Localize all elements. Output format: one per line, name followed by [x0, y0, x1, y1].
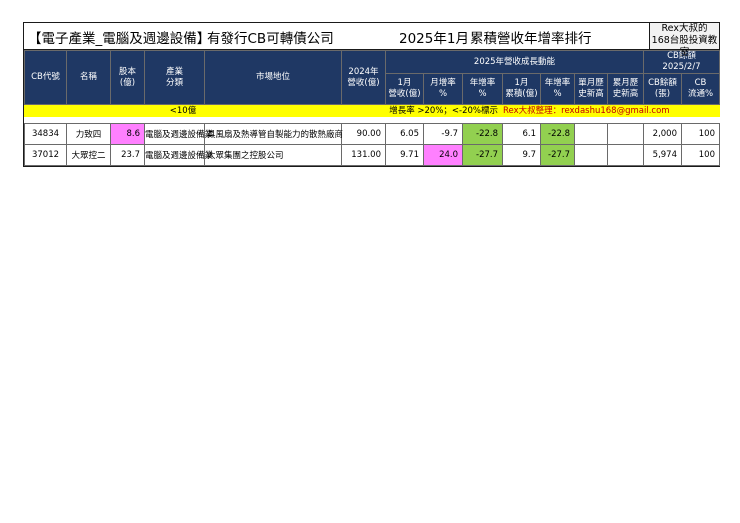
- header-2025-group: 2025年營收成長動能: [385, 50, 644, 74]
- table-row: 37012 大眾控二 23.7 電腦及週邊設備業 大眾集團之控股公司 131.0…: [24, 144, 720, 166]
- cell-industry: 電腦及週邊設備業: [144, 144, 213, 166]
- header-cb-circulation: CB 流通%: [681, 73, 720, 105]
- cell-cb-balance: 5,974: [643, 144, 682, 166]
- cb-revenue-table: CB代號 名稱 股本 (億) 產業 分類 市場地位 2024年 營收(億) 20…: [24, 50, 720, 166]
- brand-line-2: 168台股投資教室: [651, 35, 718, 58]
- header-jan-rev: 1月 營收(億): [385, 73, 424, 105]
- title-ranking: 累積營收年增率排行: [470, 31, 592, 47]
- header-cb-code: CB代號: [24, 50, 67, 105]
- cell-capital: 23.7: [110, 144, 145, 166]
- header-industry: 產業 分類: [144, 50, 205, 105]
- cell-mom: -9.7: [423, 123, 463, 145]
- cell-jan-rev: 9.71: [385, 144, 424, 166]
- cell-cum-high: [607, 123, 644, 145]
- cell-cum-yoy: -27.7: [540, 144, 575, 166]
- header-cb-balance: CB餘額 (張): [643, 73, 682, 105]
- title-period: 2025年1月: [399, 31, 469, 47]
- cell-jan-cum: 6.1: [502, 123, 541, 145]
- cell-market-position: 具風扇及熱導管自製能力的散熱廠商: [204, 123, 343, 145]
- capital-note: <10億: [24, 104, 342, 117]
- title-bar: 【電子產業_電腦及週邊設備】 有發行CB可轉債公司 2025年1月 累積營收年增…: [24, 23, 719, 58]
- header-rev-2024: 2024年 營收(億): [341, 50, 386, 105]
- cell-mom: 24.0: [423, 144, 463, 166]
- header-market-position: 市場地位: [204, 50, 342, 105]
- cell-single-high: [574, 123, 608, 145]
- cell-cum-yoy: -22.8: [540, 123, 575, 145]
- cell-jan-cum: 9.7: [502, 144, 541, 166]
- cell-yoy: -22.8: [462, 123, 503, 145]
- legend-row: <10億 增長率 >20%；<-20%標示 Rex大叔整理：rexdashu16…: [24, 104, 720, 117]
- table-row: 34834 力致四 8.6 電腦及週邊設備業 具風扇及熱導管自製能力的散熱廠商 …: [24, 123, 720, 145]
- cell-cum-high: [607, 144, 644, 166]
- cell-capital: 8.6: [110, 123, 145, 145]
- header-single-month-high: 單月歷 史新高: [574, 73, 608, 105]
- header-jan-cum: 1月 累積(億): [502, 73, 541, 105]
- cell-rev-2024: 131.00: [341, 144, 386, 166]
- cell-rev-2024: 90.00: [341, 123, 386, 145]
- cell-cb-balance: 2,000: [643, 123, 682, 145]
- cell-cb-circulation: 100: [681, 144, 720, 166]
- header-mom: 月增率 %: [423, 73, 463, 105]
- cell-jan-rev: 6.05: [385, 123, 424, 145]
- growth-note: 增長率 >20%；<-20%標示: [341, 104, 503, 117]
- header-cum-yoy: 年增率 %: [540, 73, 575, 105]
- cell-yoy: -27.7: [462, 144, 503, 166]
- cell-name: 大眾控二: [66, 144, 111, 166]
- report-sheet: 【電子產業_電腦及週邊設備】 有發行CB可轉債公司 2025年1月 累積營收年增…: [23, 22, 720, 167]
- cell-cb-circulation: 100: [681, 123, 720, 145]
- header-yoy: 年增率 %: [462, 73, 503, 105]
- cell-name: 力致四: [66, 123, 111, 145]
- title-subject: 有發行CB可轉債公司: [207, 31, 334, 47]
- cell-single-high: [574, 144, 608, 166]
- title-industry: 【電子產業_電腦及週邊設備】: [28, 31, 211, 47]
- cell-cb-code: 34834: [24, 123, 67, 145]
- brand-box: Rex大叔的 168台股投資教室: [649, 23, 719, 58]
- header-cum-month-high: 累月歷 史新高: [607, 73, 644, 105]
- header-capital: 股本 (億): [110, 50, 145, 105]
- cell-industry: 電腦及週邊設備業: [144, 123, 213, 145]
- header-name: 名稱: [66, 50, 111, 105]
- cell-cb-code: 37012: [24, 144, 67, 166]
- author-note: Rex大叔整理：rexdashu168@gmail.com: [502, 104, 720, 117]
- cell-market-position: 大眾集團之控股公司: [204, 144, 342, 166]
- brand-line-1: Rex大叔的: [661, 23, 708, 34]
